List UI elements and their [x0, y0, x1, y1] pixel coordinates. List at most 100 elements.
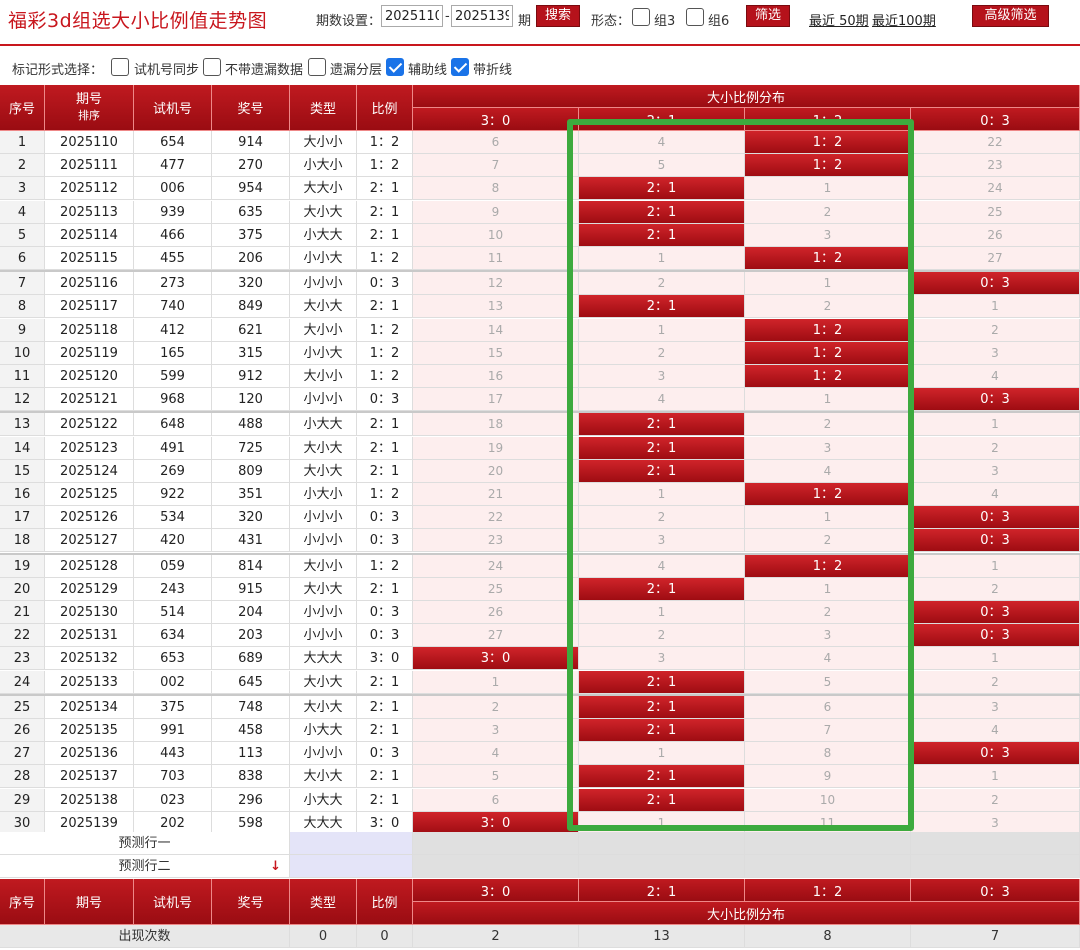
filter-button[interactable]: 筛选 — [746, 5, 790, 27]
missing-count-cell: 2 — [911, 577, 1080, 601]
missing-count-cell: 27 — [911, 247, 1080, 270]
missing-count-cell: 9 — [413, 200, 579, 224]
predict-row-2-cell[interactable] — [413, 855, 579, 878]
row-prize: 320 — [212, 272, 290, 296]
row-prize: 113 — [212, 742, 290, 766]
ratio-hit-cell: 1：2 — [745, 247, 911, 270]
guide-line-checkbox[interactable] — [386, 58, 404, 76]
ratio-hit-cell: 2：1 — [579, 200, 745, 224]
row-ratio: 0：3 — [357, 601, 413, 624]
row-type: 小小小 — [290, 601, 357, 624]
row-seq: 4 — [0, 200, 45, 224]
row-trial: 968 — [134, 388, 212, 412]
missing-count-cell: 2 — [579, 506, 745, 530]
row-trial: 243 — [134, 577, 212, 601]
missing-count-cell: 1 — [911, 413, 1080, 437]
missing-count-cell: 12 — [413, 272, 579, 296]
row-seq: 9 — [0, 318, 45, 342]
missing-count-cell: 2 — [579, 624, 745, 648]
row-ratio: 1：2 — [357, 365, 413, 388]
row-trial: 165 — [134, 341, 212, 365]
row-period: 2025110 — [45, 131, 134, 154]
expand-arrow-icon[interactable]: ↓ — [270, 855, 281, 877]
row-prize: 351 — [212, 483, 290, 506]
footer-header-ratio: 比例 — [357, 879, 413, 925]
row-trial: 006 — [134, 177, 212, 201]
row-prize: 120 — [212, 388, 290, 412]
missing-count-cell: 13 — [413, 295, 579, 319]
group3-checkbox[interactable] — [632, 8, 650, 26]
missing-count-cell: 5 — [413, 765, 579, 789]
predict-row-2-cell[interactable] — [911, 855, 1080, 878]
row-ratio: 2：1 — [357, 765, 413, 789]
predict-row-2-input[interactable] — [290, 855, 413, 878]
missing-count-cell: 10 — [745, 788, 911, 812]
missing-count-cell: 20 — [413, 459, 579, 483]
row-prize: 431 — [212, 529, 290, 553]
row-prize: 320 — [212, 506, 290, 530]
row-trial: 466 — [134, 223, 212, 247]
footer-header-distribution: 大小比例分布 — [413, 902, 1080, 925]
row-seq: 28 — [0, 765, 45, 789]
header-period[interactable]: 期号 排序 — [45, 85, 134, 131]
missing-count-cell: 1 — [745, 177, 911, 201]
row-period: 2025131 — [45, 624, 134, 648]
row-period: 2025134 — [45, 695, 134, 719]
row-type: 大小小 — [290, 365, 357, 388]
header-ratio: 比例 — [357, 85, 413, 131]
row-period: 2025132 — [45, 647, 134, 671]
predict-row-2-label[interactable]: 预测行二 ↓ — [0, 855, 290, 878]
missing-count-cell: 6 — [413, 131, 579, 154]
row-trial: 939 — [134, 200, 212, 224]
no-missing-data-checkbox[interactable] — [203, 58, 221, 76]
polyline-checkbox[interactable] — [451, 58, 469, 76]
row-prize: 915 — [212, 577, 290, 601]
recent-100-link[interactable]: 最近100期 — [872, 10, 936, 29]
trial-sync-checkbox[interactable] — [111, 58, 129, 76]
row-seq: 25 — [0, 695, 45, 719]
group6-checkbox[interactable] — [686, 8, 704, 26]
predict-row-1-cell[interactable] — [579, 832, 745, 855]
row-seq: 3 — [0, 177, 45, 201]
row-trial: 991 — [134, 719, 212, 742]
predict-row-1-cell[interactable] — [413, 832, 579, 855]
row-seq: 21 — [0, 601, 45, 624]
row-type: 小小小 — [290, 506, 357, 530]
missing-count-cell: 27 — [413, 624, 579, 648]
missing-count-cell: 1 — [745, 388, 911, 412]
predict-row-2-cell[interactable] — [579, 855, 745, 878]
missing-count-cell: 2 — [745, 529, 911, 553]
missing-count-cell: 26 — [911, 223, 1080, 247]
row-trial: 477 — [134, 154, 212, 178]
row-type: 小小小 — [290, 529, 357, 553]
polyline-label: 带折线 — [473, 63, 513, 78]
missing-count-cell: 23 — [413, 529, 579, 553]
recent-50-link[interactable]: 最近 50期 — [809, 10, 869, 29]
missing-count-cell: 4 — [911, 483, 1080, 506]
predict-row-1-input[interactable] — [290, 832, 413, 855]
predict-row-2-cell[interactable] — [745, 855, 911, 878]
row-seq: 27 — [0, 742, 45, 766]
missing-count-cell: 1 — [579, 318, 745, 342]
missing-count-cell: 2 — [745, 413, 911, 437]
row-ratio: 2：1 — [357, 295, 413, 319]
period-from-input[interactable] — [381, 5, 443, 27]
predict-row-1-cell[interactable] — [911, 832, 1080, 855]
search-button[interactable]: 搜索 — [536, 5, 580, 27]
ratio-hit-cell: 2：1 — [579, 788, 745, 812]
predict-row-1-label[interactable]: 预测行一 — [0, 832, 290, 855]
predict-row-1-cell[interactable] — [745, 832, 911, 855]
row-ratio: 1：2 — [357, 247, 413, 270]
missing-layer-checkbox[interactable] — [308, 58, 326, 76]
period-to-input[interactable] — [451, 5, 513, 27]
advanced-filter-button[interactable]: 高级筛选 — [972, 5, 1049, 27]
ratio-hit-cell: 1：2 — [745, 365, 911, 388]
option-bar: 标记形式选择： 试机号同步 不带遗漏数据 遗漏分层 辅助线 带折线 — [0, 52, 1080, 82]
missing-count-cell: 4 — [911, 365, 1080, 388]
row-period: 2025120 — [45, 365, 134, 388]
row-ratio: 2：1 — [357, 177, 413, 201]
missing-count-cell: 1 — [911, 765, 1080, 789]
ratio-hit-cell: 1：2 — [745, 131, 911, 154]
header-trial: 试机号 — [134, 85, 212, 131]
ratio-hit-cell: 0：3 — [911, 529, 1080, 553]
